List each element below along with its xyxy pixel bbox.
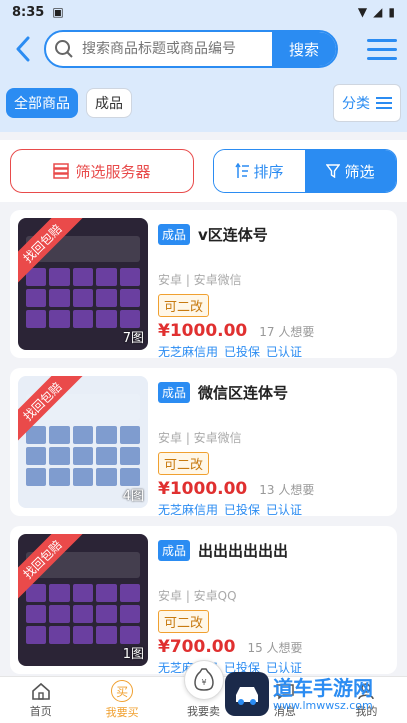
server-icon [53,163,70,179]
watermark: 道车手游网 www.lmwwsz.com [225,666,405,722]
feature-item: 无芝麻信用 [158,503,219,517]
notification-icon: ▣ [52,5,64,19]
filter-label: 筛选 [344,162,375,181]
watermark-title: 道车手游网 [273,675,373,700]
tag-all-products[interactable]: 全部商品 [6,88,78,118]
category-label: 分类 [342,96,370,112]
product-title: 出出出出出出 [198,542,289,560]
buy-icon: 买 [111,680,134,702]
feature-item: 已认证 [266,345,303,359]
product-card[interactable]: 找回包赔 1图 成品 出出出出出出 安卓 | 安卓QQ 可二改 ¥700.00 … [10,526,397,675]
product-tag: 可二改 [158,294,210,317]
product-tag: 可二改 [158,452,210,475]
product-price: ¥1000.00 [158,321,248,341]
product-features: 无芝麻信用 已投保 已认证 [158,501,387,518]
want-count: 13 人想要 [259,483,315,497]
menu-icon[interactable] [367,38,397,60]
product-badge: 成品 [158,540,191,561]
sort-label: 排序 [253,162,284,181]
product-tag: 可二改 [158,610,210,633]
wifi-icon: ▼ [357,5,368,19]
image-count: 7图 [122,331,144,346]
product-thumbnail: 找回包赔 7图 [18,218,148,350]
search-icon [46,39,82,59]
feature-item: 已投保 [224,503,261,517]
status-icons: ▼ ◢ ▮ [358,6,395,18]
server-filter-label: 筛选服务器 [75,162,151,181]
product-platform: 安卓 | 安卓微信 [158,431,242,445]
list-icon [376,97,392,109]
product-price: ¥1000.00 [158,479,248,499]
tab-home-label: 首页 [29,705,52,718]
server-filter-button[interactable]: 筛选服务器 [10,149,194,193]
product-thumbnail: 找回包赔 4图 [18,376,148,508]
back-button[interactable] [10,34,36,64]
product-price: ¥700.00 [158,637,236,657]
chevron-left-icon [16,36,30,62]
tab-buy-label: 我要买 [105,706,139,719]
battery-icon: ▮ [388,5,395,19]
search-bar: 搜索 [44,30,338,68]
want-count: 15 人想要 [247,641,303,655]
search-input[interactable] [82,41,272,57]
search-button[interactable]: 搜索 [272,32,336,66]
feature-item: 无芝麻信用 [158,345,219,359]
filter-bar: 筛选服务器 排序 筛选 [0,140,407,202]
watermark-url: www.lmwwsz.com [273,698,373,712]
product-badge: 成品 [158,382,191,403]
signal-icon: ◢ [373,5,383,19]
home-icon [30,681,52,701]
image-count: 4图 [122,489,144,504]
tab-sell-label: 我要卖 [187,705,221,718]
sort-button[interactable]: 排序 [214,150,305,192]
want-count: 17 人想要 [259,325,315,339]
product-features: 无芝麻信用 已投保 已认证 [158,343,387,360]
watermark-logo [225,672,269,716]
image-count: 1图 [122,647,144,662]
feature-item: 已认证 [266,503,303,517]
status-bar: 8:35 ▣ ▼ ◢ ▮ [0,0,407,24]
status-time: 8:35 [12,4,45,20]
product-card[interactable]: 找回包赔 4图 成品 微信区连体号 安卓 | 安卓微信 可二改 ¥1000.00… [10,368,397,518]
feature-item: 已投保 [224,345,261,359]
sell-floating-button[interactable]: ¥ [184,660,224,700]
product-thumbnail: 找回包赔 1图 [18,534,148,666]
category-button[interactable]: 分类 [333,84,401,122]
product-card[interactable]: 找回包赔 7图 成品 v区连体号 安卓 | 安卓微信 可二改 ¥1000.00 … [10,210,397,360]
product-badge: 成品 [158,224,191,245]
funnel-icon [326,164,341,178]
tag-bar: 全部商品 成品 分类 [0,74,407,132]
sort-filter-toggle: 排序 筛选 [213,149,397,193]
sort-icon [235,163,250,178]
header: 搜索 [0,24,407,74]
money-bag-icon: ¥ [194,668,214,691]
filter-button[interactable]: 筛选 [305,150,396,192]
product-platform: 安卓 | 安卓QQ [158,589,237,603]
product-title: 微信区连体号 [198,384,289,402]
tab-buy[interactable]: 买 我要买 [81,677,162,723]
product-title: v区连体号 [198,226,268,244]
tab-home[interactable]: 首页 [0,677,81,723]
svg-text:¥: ¥ [201,678,206,687]
tag-finished[interactable]: 成品 [86,88,132,118]
product-platform: 安卓 | 安卓微信 [158,273,242,287]
